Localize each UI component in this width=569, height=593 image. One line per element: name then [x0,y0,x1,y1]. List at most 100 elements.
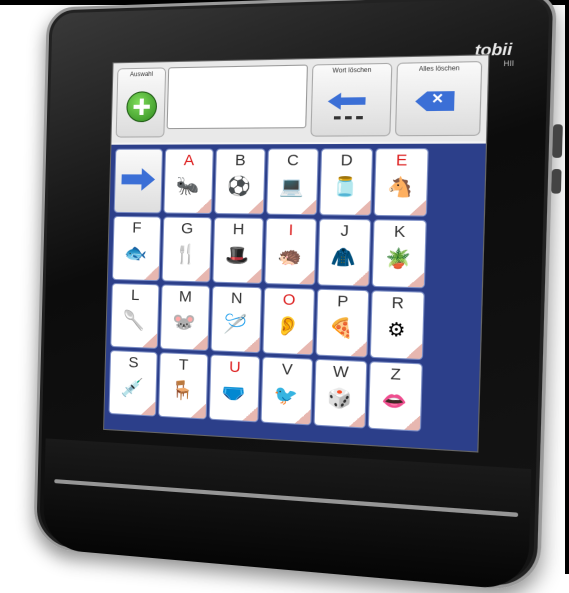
choose-label: Auswahl [129,71,154,79]
delete-word-button[interactable]: Wort löschen [310,62,393,137]
letter-cell-t[interactable]: T 🪑 [158,352,209,420]
letter-cell-n[interactable]: N 🪡 [210,285,263,354]
letter-cell-c[interactable]: C 💻 [266,148,319,216]
letter-label: S [128,353,139,372]
letter-cell-g[interactable]: G 🍴 [161,216,212,283]
letter-label: O [282,290,296,310]
choose-button[interactable]: Auswahl [115,67,167,138]
computer-icon: 💻 [279,175,305,198]
dice-icon: 🎲 [326,386,353,410]
letter-cell-i[interactable]: I 🦔 [264,217,317,286]
delete-all-label: Alles löschen [418,65,460,74]
back-arrow-icon [328,92,366,110]
page-fold [192,334,208,351]
page-fold [244,336,260,353]
letter-label: B [234,151,246,170]
page-fold [352,270,369,286]
page-fold [407,271,425,288]
ball-icon: ⚽ [227,175,252,197]
delete-word-label: Wort löschen [332,67,372,75]
letter-cell-z[interactable]: Z 👄 [367,361,423,432]
page-fold [296,338,313,355]
letter-label: W [332,362,349,382]
letter-label: M [178,287,193,306]
ant-icon: 🐜 [175,175,200,197]
page-fold [140,400,156,416]
letter-label: E [395,151,408,170]
letter-label: Z [390,365,402,385]
letter-cell-k[interactable]: K 🪴 [371,219,427,289]
next-page-button[interactable] [113,148,164,214]
letter-label: K [393,222,406,242]
page-fold [142,332,158,348]
message-window[interactable] [166,64,308,130]
dash-line-icon [333,116,363,120]
page-fold [144,265,159,281]
page-fold [194,266,210,282]
pizza-icon: 🍕 [328,316,355,339]
letter-cell-v[interactable]: V 🐦 [260,356,314,426]
bird-icon: 🐦 [273,384,299,407]
letter-label: L [130,286,140,305]
letter-label: A [183,151,195,170]
side-button-2[interactable] [551,169,562,194]
letter-cell-s[interactable]: S 💉 [108,350,158,417]
syringe-icon: 💉 [120,376,144,399]
x-icon: ✕ [431,90,445,107]
letter-cell-f[interactable]: F 🐟 [111,215,162,282]
letter-cell-e[interactable]: E 🐴 [373,148,429,217]
letter-label: P [336,292,349,311]
jacket-icon: 🧥 [330,246,357,269]
page-fold [298,269,315,285]
mouse-icon: 🐭 [172,311,197,333]
jar-icon: 🫙 [332,176,359,198]
page-fold [350,341,367,357]
page-fold [348,411,365,428]
page-fold [405,343,423,359]
letter-cell-a[interactable]: A 🐜 [163,148,214,215]
ear-icon: 👂 [275,314,301,337]
page-fold [354,199,371,215]
side-button-1[interactable] [552,124,563,158]
top-toolbar: Auswahl Wort löschen Alles löschen ✕ [111,55,489,143]
letter-cell-u[interactable]: U 🩲 [208,354,261,423]
page-fold [403,414,421,431]
plus-icon [126,91,158,123]
tablet-device: tobii HII Auswahl Wort löschen Alles lös… [33,0,563,593]
letter-label: N [230,289,243,308]
letter-cell-w[interactable]: W 🎲 [313,358,368,429]
right-arrow-icon [121,168,155,191]
letter-label: C [286,151,300,170]
letter-label: G [180,219,194,238]
letter-label: H [232,220,245,239]
letter-cell-j[interactable]: J 🧥 [317,218,372,287]
letter-label: I [288,221,294,240]
fish-icon: 🐟 [124,242,148,264]
wheel-icon: ⚙ [386,318,406,341]
page-fold [409,200,427,216]
delete-all-button[interactable]: Alles löschen ✕ [394,61,483,137]
page-fold [247,198,264,214]
letter-cell-d[interactable]: D 🫙 [319,148,374,216]
mouth-icon: 👄 [381,389,408,413]
letter-cell-l[interactable]: L 🥄 [110,282,160,349]
letter-label: R [391,293,405,313]
letter-cell-b[interactable]: B ⚽ [214,148,266,215]
letter-cell-r[interactable]: R ⚙ [369,290,425,361]
watering-can-icon: 🪴 [385,247,412,270]
letter-cell-p[interactable]: P 🍕 [315,288,370,358]
letter-cell-h[interactable]: H 🎩 [212,217,264,284]
letter-cell-m[interactable]: M 🐭 [159,284,211,352]
page-fold [246,267,262,283]
underwear-icon: 🩲 [221,381,246,404]
letter-label: V [281,360,293,379]
page-fold [191,403,207,419]
model-label: HII [503,60,515,69]
hat-icon: 🎩 [225,244,250,266]
fork-icon: 🍴 [174,243,198,265]
letter-cell-o[interactable]: O 👂 [262,287,316,356]
letter-grid: A 🐜 B ⚽ C 💻 D 🫙 E 🐴 F 🐟 G 🍴 H 🎩 I 🦔 J 🧥 K 🪴 L 🥄 M 🐭 N 🪡 O 👂 P 🍕 R ⚙ S 💉 T 🪑 U 🩲… [104,143,486,452]
page-fold [242,405,258,422]
hedgehog-icon: 🦔 [277,245,303,268]
needle-icon: 🪡 [223,313,248,335]
